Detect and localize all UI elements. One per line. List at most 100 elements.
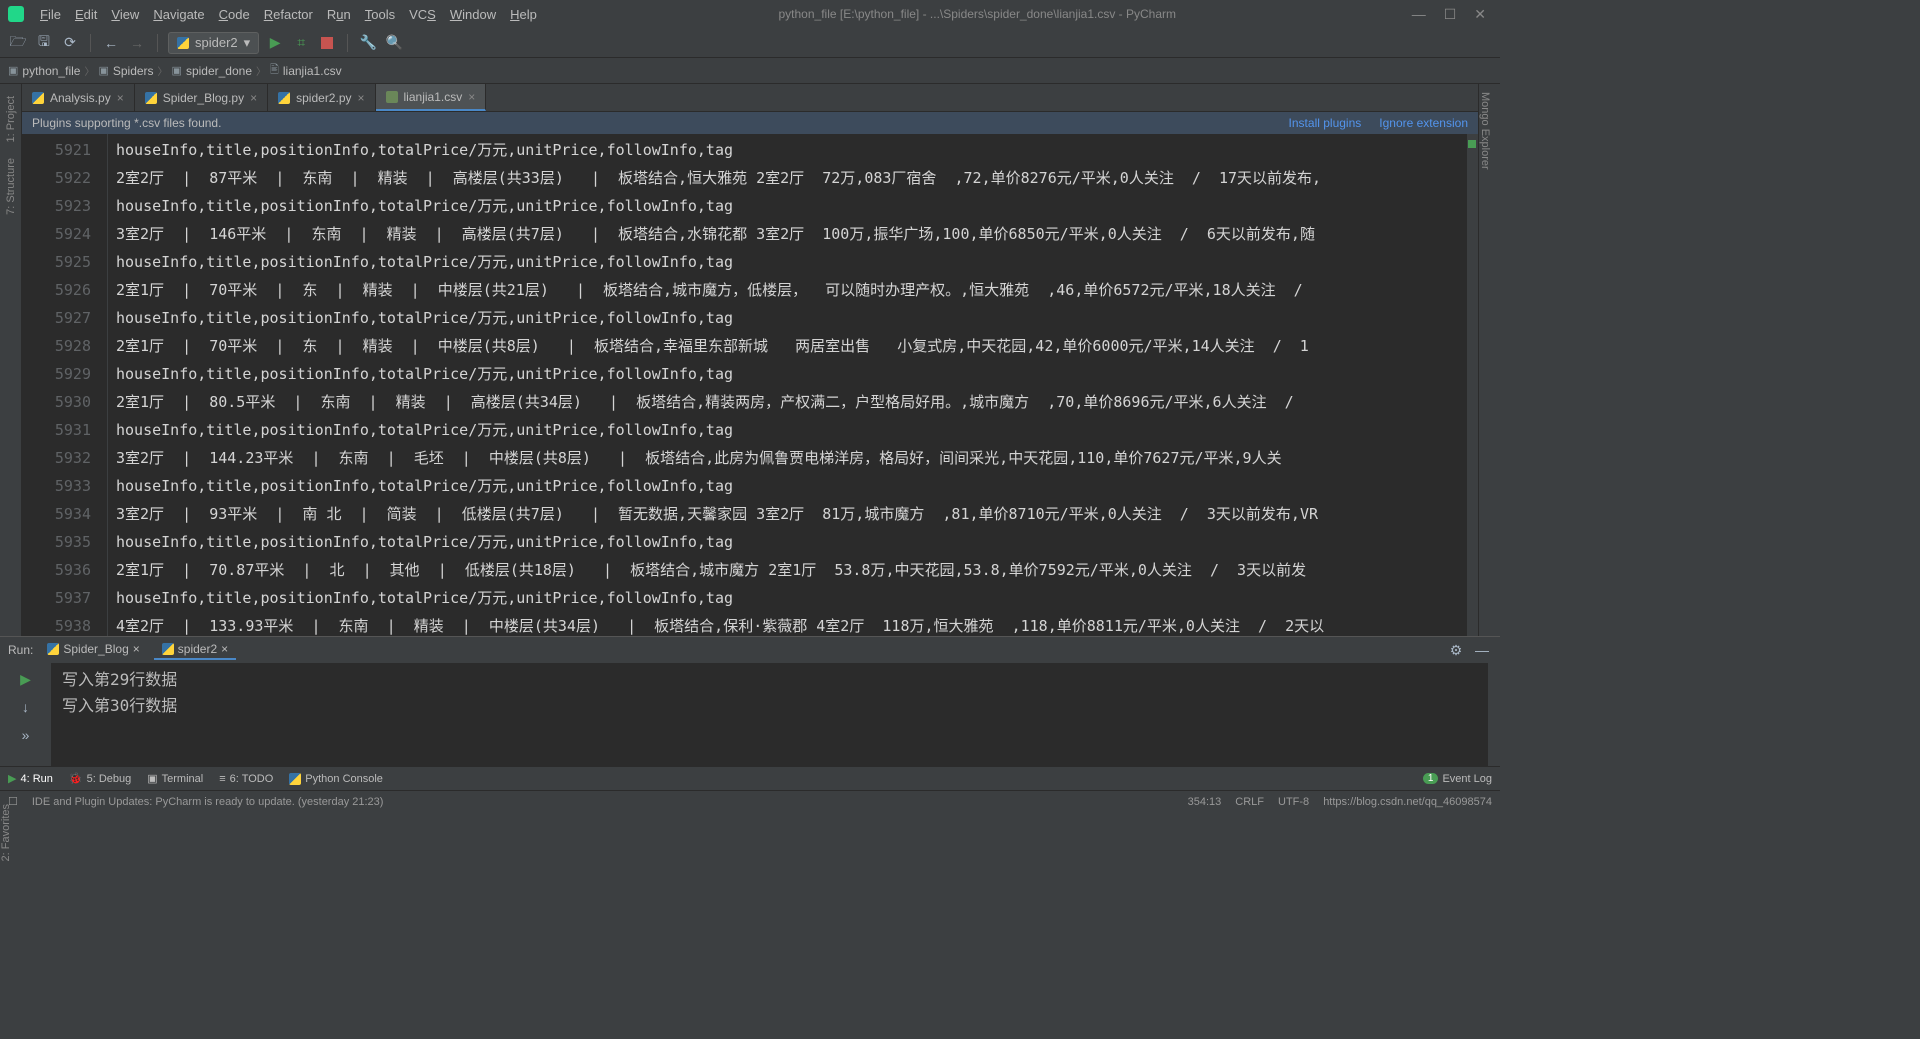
menu-help[interactable]: Help	[504, 5, 543, 24]
banner-message: Plugins supporting *.csv files found.	[32, 116, 221, 130]
more-icon[interactable]: »	[16, 725, 36, 745]
rail-favorites[interactable]: 2: Favorites	[0, 804, 12, 861]
python-icon	[32, 92, 44, 104]
status-right: https://blog.csdn.net/qq_46098574	[1323, 796, 1492, 808]
menu-navigate[interactable]: Navigate	[147, 5, 210, 24]
stop-icon[interactable]	[317, 33, 337, 53]
rail-project[interactable]: 1: Project	[5, 96, 17, 142]
code-area[interactable]: houseInfo,title,positionInfo,totalPrice/…	[108, 134, 1466, 636]
gear-icon[interactable]: ⚙	[1446, 640, 1466, 660]
encoding[interactable]: UTF-8	[1278, 796, 1309, 808]
run-icon: ▶	[8, 772, 16, 785]
separator	[347, 34, 348, 52]
tab-lianjia[interactable]: lianjia1.csv×	[376, 84, 487, 111]
install-plugins-link[interactable]: Install plugins	[1289, 116, 1362, 130]
tab-analysis[interactable]: Analysis.py×	[22, 84, 135, 111]
crumb-sep	[158, 63, 168, 78]
chevron-down-icon: ▾	[244, 35, 251, 51]
crumb-root[interactable]: ▣python_file	[8, 64, 80, 78]
crumb-spiders[interactable]: ▣Spiders	[98, 64, 153, 78]
menu-run[interactable]: Run	[321, 5, 357, 24]
separator	[90, 34, 91, 52]
rerun-icon[interactable]: ▶	[16, 669, 36, 689]
bottom-tabs: ▶4: Run 🐞5: Debug ▣Terminal ≡6: TODO Pyt…	[0, 766, 1500, 790]
menu-bar: File Edit View Navigate Code Refactor Ru…	[34, 5, 543, 24]
rail-structure[interactable]: 7: Structure	[5, 158, 17, 215]
run-icon[interactable]: ▶	[265, 33, 285, 53]
caret-position[interactable]: 354:13	[1188, 796, 1222, 808]
close-icon[interactable]: ×	[358, 91, 365, 105]
close-icon[interactable]: ×	[117, 91, 124, 105]
menu-edit[interactable]: Edit	[69, 5, 103, 24]
python-icon	[162, 643, 174, 655]
menu-view[interactable]: View	[105, 5, 145, 24]
bt-terminal[interactable]: ▣Terminal	[147, 772, 203, 785]
run-config-selector[interactable]: spider2 ▾	[168, 32, 259, 54]
close-icon[interactable]: ×	[250, 91, 257, 105]
run-config-label: spider2	[195, 35, 238, 50]
forward-icon[interactable]: →	[127, 33, 147, 53]
menu-vcs[interactable]: VCS	[403, 5, 442, 24]
bt-debug[interactable]: 🐞5: Debug	[69, 772, 131, 785]
open-icon[interactable]: 🗁	[8, 33, 28, 53]
menu-code[interactable]: Code	[213, 5, 256, 24]
folder-icon: ▣	[172, 64, 182, 77]
run-console[interactable]: 写入第29行数据 写入第30行数据	[52, 663, 1488, 766]
run-scrollbar[interactable]	[1488, 663, 1500, 766]
wrench-icon[interactable]: 🔧	[358, 33, 378, 53]
close-icon[interactable]: ×	[221, 642, 228, 656]
line-sep[interactable]: CRLF	[1235, 796, 1264, 808]
python-icon	[145, 92, 157, 104]
run-tab-spider2[interactable]: spider2×	[154, 640, 236, 660]
folder-icon: ▣	[98, 64, 108, 77]
menu-refactor[interactable]: Refactor	[258, 5, 319, 24]
python-icon	[278, 92, 290, 104]
console-line: 写入第30行数据	[62, 693, 1478, 719]
minimize-panel-icon[interactable]: —	[1472, 640, 1492, 660]
close-icon[interactable]: ✕	[1474, 6, 1486, 23]
app-icon	[8, 6, 24, 22]
back-icon[interactable]: ←	[101, 33, 121, 53]
menu-file[interactable]: File	[34, 5, 67, 24]
csv-icon	[386, 91, 398, 103]
crumb-file[interactable]: 🖹lianjia1.csv	[270, 61, 342, 80]
todo-icon: ≡	[219, 773, 225, 785]
breadcrumb: ▣python_file ▣Spiders ▣spider_done 🖹lian…	[0, 58, 1500, 84]
maximize-icon[interactable]: ☐	[1444, 6, 1457, 23]
bt-eventlog[interactable]: 1Event Log	[1423, 773, 1492, 785]
editor-scrollbar[interactable]	[1466, 134, 1478, 636]
status-bar: ☐ IDE and Plugin Updates: PyCharm is rea…	[0, 790, 1500, 812]
bt-pyconsole[interactable]: Python Console	[289, 773, 383, 785]
close-icon[interactable]: ×	[468, 90, 475, 104]
sync-icon[interactable]: ⟳	[60, 33, 80, 53]
status-message: IDE and Plugin Updates: PyCharm is ready…	[32, 796, 384, 808]
debug-icon[interactable]: ⌗	[291, 33, 311, 53]
crumb-spiderdone[interactable]: ▣spider_done	[172, 64, 252, 78]
minimize-icon[interactable]: —	[1412, 6, 1426, 23]
tab-spider2[interactable]: spider2.py×	[268, 84, 375, 111]
crumb-sep	[84, 63, 94, 78]
stop-run-icon[interactable]: ↓	[16, 697, 36, 717]
run-toolbar: ▶ ↓ »	[0, 663, 52, 766]
ignore-extension-link[interactable]: Ignore extension	[1379, 116, 1468, 130]
toolbar: 🗁 🖫 ⟳ ← → spider2 ▾ ▶ ⌗ 🔧 🔍	[0, 28, 1500, 58]
search-icon[interactable]: 🔍	[384, 33, 404, 53]
terminal-icon: ▣	[147, 772, 157, 785]
separator	[157, 34, 158, 52]
menu-tools[interactable]: Tools	[359, 5, 401, 24]
close-icon[interactable]: ×	[133, 642, 140, 656]
tab-spiderblog[interactable]: Spider_Blog.py×	[135, 84, 268, 111]
save-icon[interactable]: 🖫	[34, 33, 54, 53]
python-icon	[177, 37, 189, 49]
bt-run[interactable]: ▶4: Run	[8, 772, 53, 785]
run-tab-spiderblog[interactable]: Spider_Blog×	[39, 640, 147, 660]
rail-favorites-wrap: 2: Favorites	[0, 796, 22, 869]
editor-body: 5921592259235924592559265927592859295930…	[22, 134, 1478, 636]
bt-todo[interactable]: ≡6: TODO	[219, 773, 273, 785]
debug-icon: 🐞	[69, 772, 83, 785]
menu-window[interactable]: Window	[444, 5, 502, 24]
run-panel: Run: Spider_Blog× spider2× ⚙ — ▶ ↓ » 写入第…	[0, 636, 1500, 766]
plugin-banner: Plugins supporting *.csv files found. In…	[22, 112, 1478, 134]
rail-mongo[interactable]: Mongo Explorer	[1479, 92, 1491, 170]
workspace: 1: Project 7: Structure Analysis.py× Spi…	[0, 84, 1500, 636]
